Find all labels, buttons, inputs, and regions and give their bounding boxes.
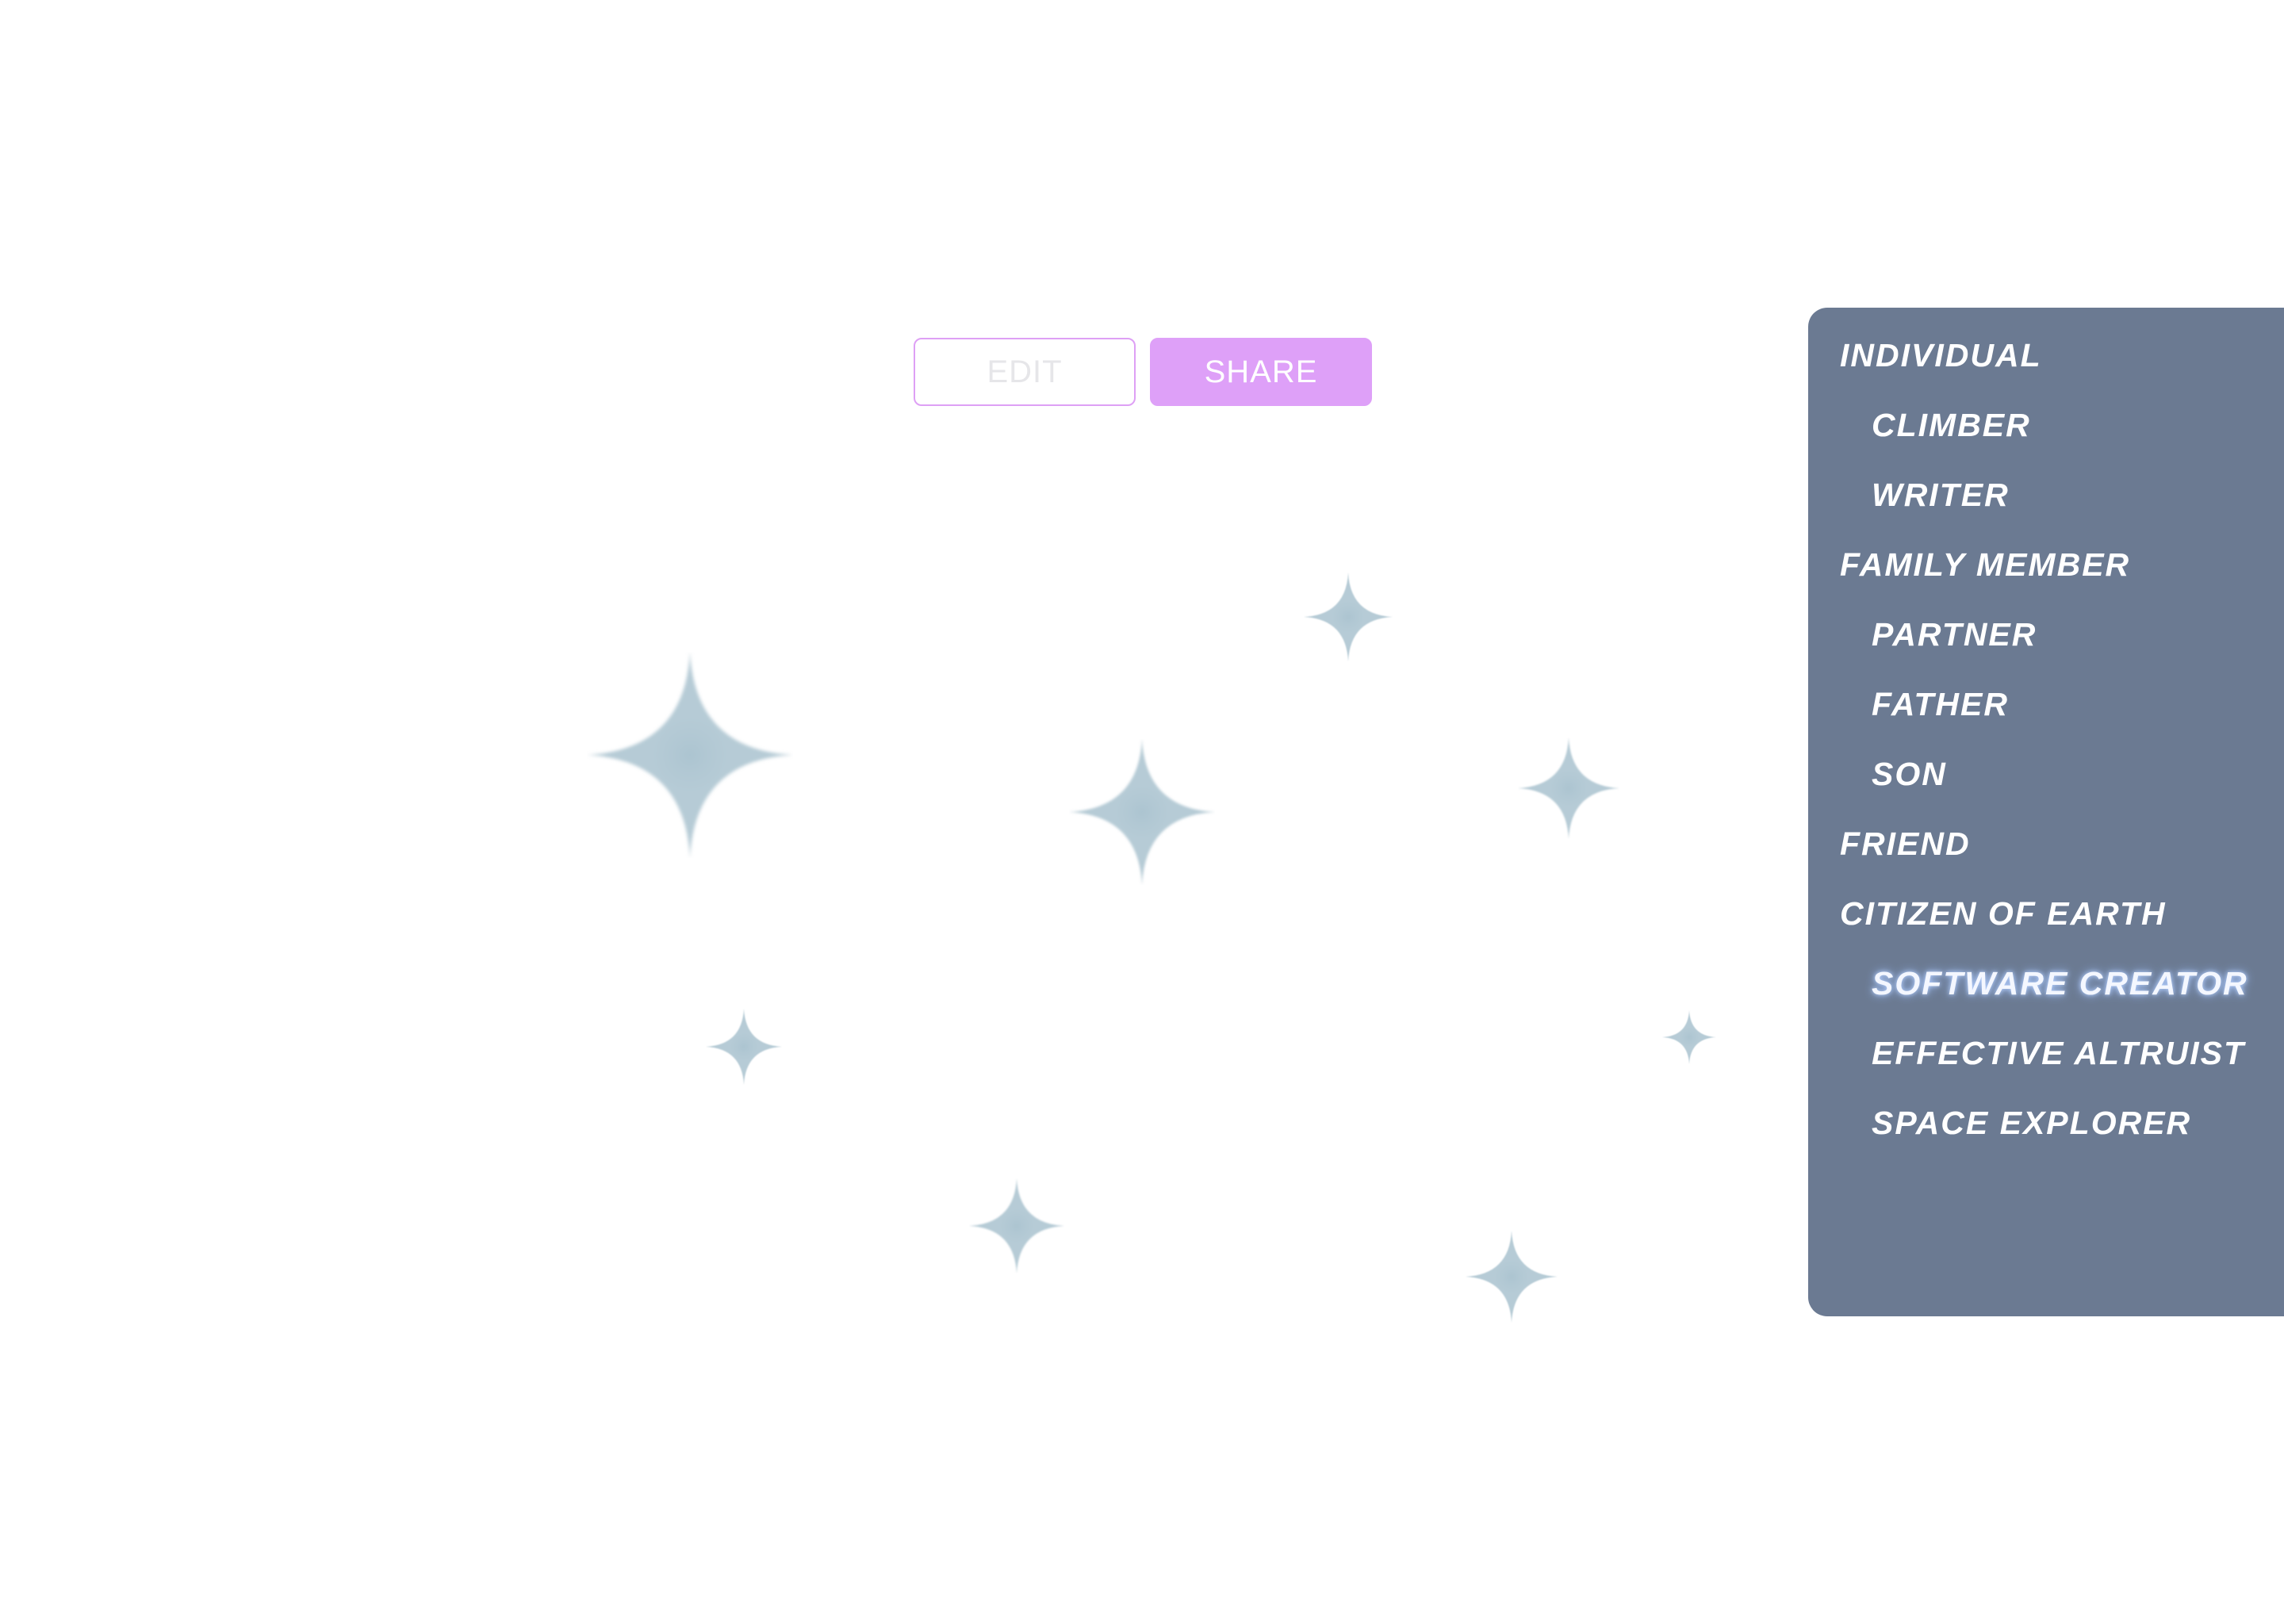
sparkle-icon: [1518, 737, 1619, 839]
sparkle-icon: [1304, 573, 1393, 661]
menu-item-partner[interactable]: PARTNER: [1872, 619, 2037, 651]
menu-item-father[interactable]: FATHER: [1872, 688, 2009, 721]
menu-item-individual[interactable]: INDIVIDUAL: [1840, 339, 2042, 372]
sparkle-icon: [587, 652, 793, 858]
identity-menu-panel: INDIVIDUAL CLIMBER WRITER FAMILY MEMBER …: [1808, 308, 2284, 1316]
sparkle-icon: [1069, 739, 1215, 885]
menu-item-son[interactable]: SON: [1872, 758, 1947, 791]
menu-item-citizen-of-earth[interactable]: CITIZEN OF EARTH: [1840, 898, 2167, 930]
menu-item-friend[interactable]: FRIEND: [1840, 828, 1971, 860]
menu-item-writer[interactable]: WRITER: [1872, 479, 2010, 511]
menu-item-family-member[interactable]: FAMILY MEMBER: [1840, 549, 2130, 581]
sparkle-icon: [969, 1178, 1064, 1274]
menu-item-space-explorer[interactable]: SPACE EXPLORER: [1872, 1107, 2191, 1139]
sparkle-icon: [1466, 1231, 1558, 1323]
sparkle-icon: [1662, 1010, 1716, 1064]
menu-item-software-creator[interactable]: SOFTWARE CREATOR: [1872, 967, 2248, 1000]
share-button[interactable]: SHARE: [1150, 338, 1372, 406]
edit-button[interactable]: EDIT: [914, 338, 1136, 406]
menu-item-effective-altruist[interactable]: EFFECTIVE ALTRUIST: [1872, 1037, 2245, 1070]
menu-item-climber[interactable]: CLIMBER: [1872, 409, 2031, 442]
canvas: EDIT SHARE INDIVIDUAL CLIMBER WRITER FAM…: [0, 0, 2284, 1624]
sparkle-icon: [706, 1009, 782, 1085]
